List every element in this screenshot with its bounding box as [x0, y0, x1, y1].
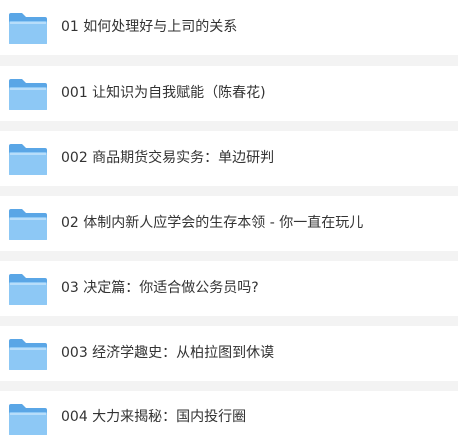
folder-name: 004 大力来揭秘：国内投行圈 [61, 409, 247, 425]
folder-row[interactable]: 02 体制内新人应学会的生存本领 - 你一直在玩儿 [0, 196, 458, 251]
folder-icon [8, 207, 48, 241]
folder-name: 002 商品期货交易实务：单边研判 [61, 150, 275, 166]
folder-row[interactable]: 001 让知识为自我赋能（陈春花) [0, 66, 458, 121]
folder-name: 03 决定篇：你适合做公务员吗? [61, 280, 259, 296]
folder-name: 01 如何处理好与上司的关系 [61, 19, 238, 35]
folder-row[interactable]: 002 商品期货交易实务：单边研判 [0, 131, 458, 186]
folder-name: 001 让知识为自我赋能（陈春花) [61, 85, 266, 101]
folder-icon [8, 142, 48, 176]
folder-name: 02 体制内新人应学会的生存本领 - 你一直在玩儿 [61, 215, 364, 231]
folder-row[interactable]: 01 如何处理好与上司的关系 [0, 0, 458, 55]
folder-icon [8, 11, 48, 45]
folder-icon [8, 272, 48, 306]
folder-icon [8, 402, 48, 436]
folder-list: 01 如何处理好与上司的关系 001 让知识为自我赋能（陈春花) 002 商品期… [0, 0, 458, 443]
folder-row[interactable]: 004 大力来揭秘：国内投行圈 [0, 391, 458, 443]
folder-name: 003 经济学趣史：从柏拉图到休谟 [61, 345, 275, 361]
folder-row[interactable]: 003 经济学趣史：从柏拉图到休谟 [0, 326, 458, 381]
folder-icon [8, 337, 48, 371]
folder-icon [8, 77, 48, 111]
folder-row[interactable]: 03 决定篇：你适合做公务员吗? [0, 261, 458, 316]
